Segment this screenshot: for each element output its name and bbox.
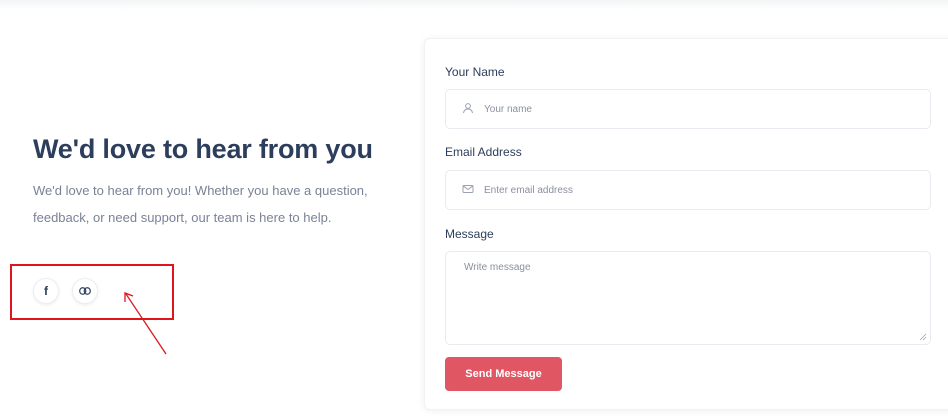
name-field[interactable]: [445, 89, 931, 129]
user-icon: [462, 102, 476, 116]
page-title: We'd love to hear from you: [33, 134, 373, 164]
facebook-button[interactable]: f: [33, 278, 59, 304]
email-input[interactable]: [484, 184, 904, 196]
send-message-button[interactable]: Send Message: [445, 357, 562, 391]
annotation-arrow: [124, 292, 167, 355]
mail-icon: [462, 183, 476, 197]
contact-form: Your Name Email Address Message Send Mes…: [424, 38, 948, 410]
link-icon: [79, 287, 91, 295]
resize-handle-icon[interactable]: [919, 333, 927, 341]
intro-description: We'd love to hear from you! Whether you …: [33, 183, 368, 225]
facebook-icon: f: [44, 284, 48, 298]
email-field[interactable]: [445, 170, 931, 210]
name-label: Your Name: [445, 65, 505, 79]
email-label: Email Address: [445, 145, 522, 159]
link-button[interactable]: [72, 278, 98, 304]
name-input[interactable]: [484, 103, 904, 115]
message-field[interactable]: [445, 251, 931, 345]
top-strip: [0, 0, 948, 10]
message-label: Message: [445, 227, 494, 241]
contact-intro: We'd love to hear from you We'd love to …: [33, 132, 403, 231]
message-input[interactable]: [464, 262, 912, 332]
